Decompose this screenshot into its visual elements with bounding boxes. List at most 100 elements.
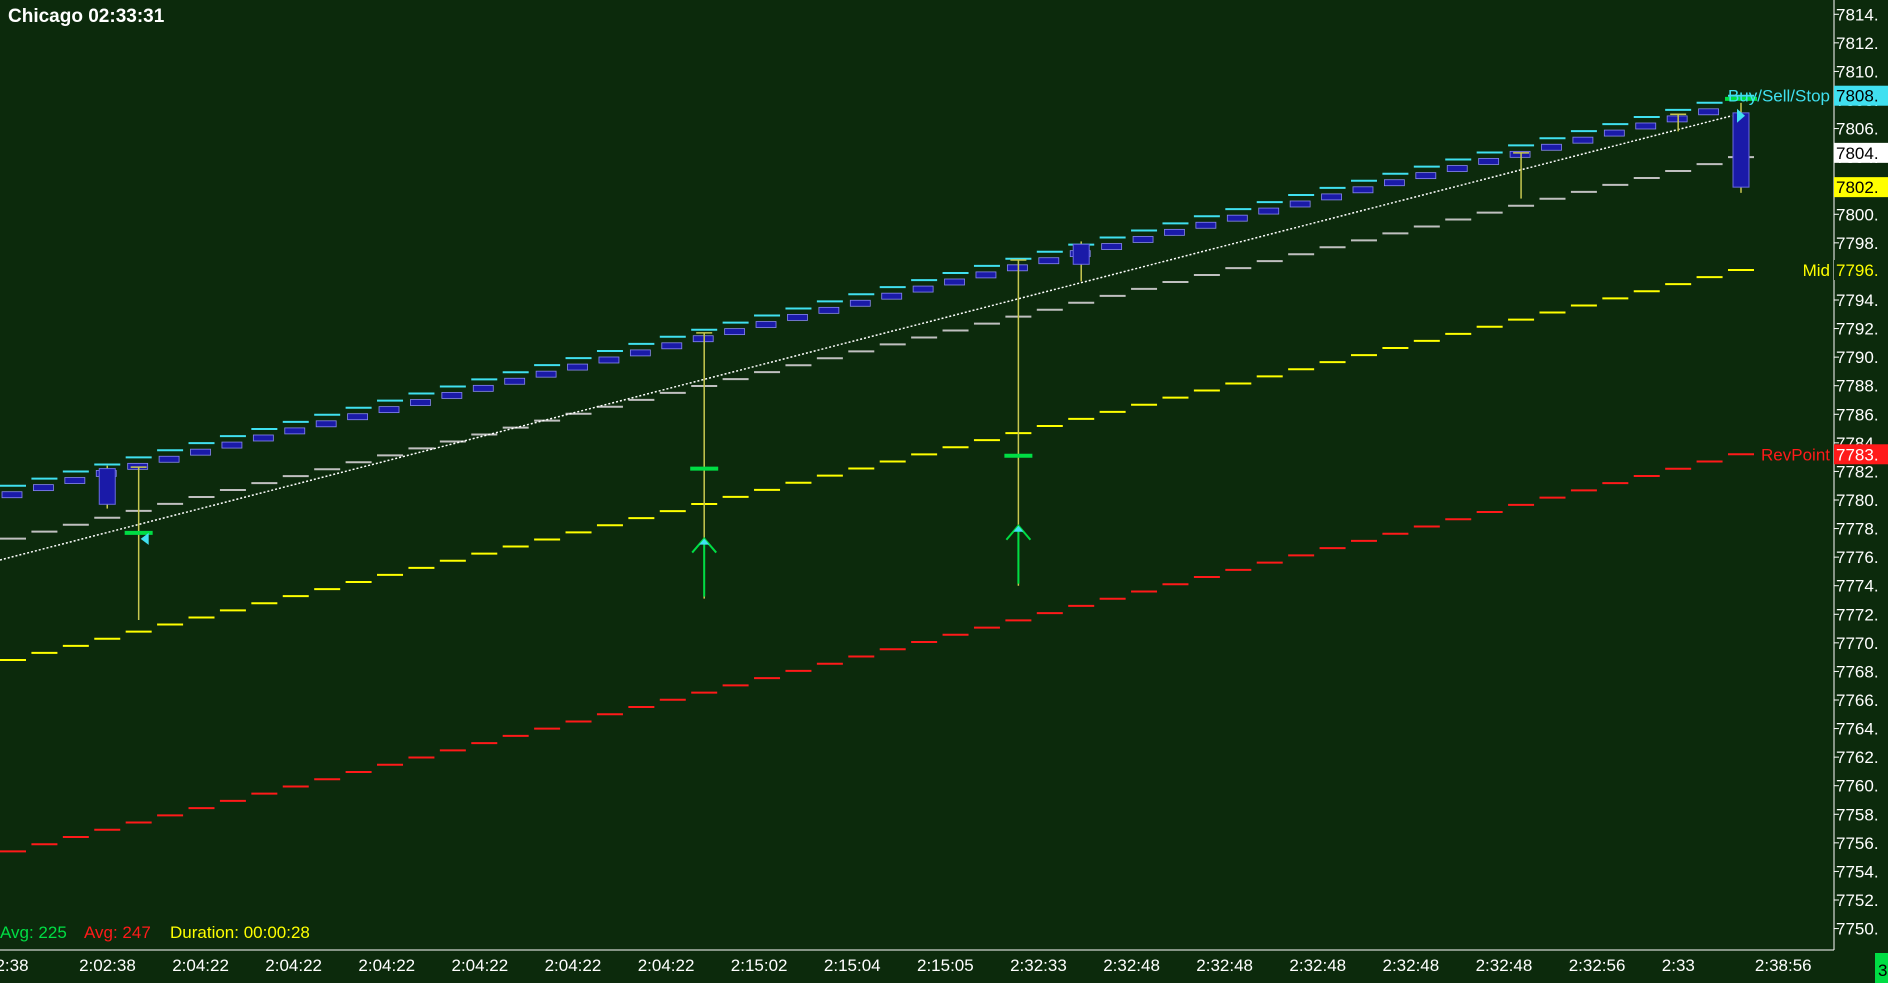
time-tick-label: 2:15:05	[917, 956, 974, 975]
time-tick-label: 2:15:04	[824, 956, 881, 975]
bar-body	[881, 292, 903, 300]
price-tick-label: 7750.	[1836, 920, 1879, 939]
bar-body	[441, 392, 463, 399]
time-tick-label: 2:15:02	[731, 956, 788, 975]
bar-body	[1226, 214, 1248, 222]
time-tick-label: 2:04:22	[265, 956, 322, 975]
bar-body	[1698, 108, 1719, 116]
bar-body	[1289, 200, 1311, 208]
price-tick-label: 7766.	[1836, 691, 1879, 710]
bar-body	[598, 356, 620, 364]
time-tick-label: 2:02:38	[79, 956, 136, 975]
buy-sell-stop-label: Buy/Sell/Stop	[1728, 87, 1830, 106]
7804--price-value: 7804.	[1836, 144, 1879, 163]
bar-body	[158, 455, 180, 463]
bar-body	[1541, 143, 1562, 151]
bar-body	[1195, 221, 1217, 229]
price-tick-label: 7792.	[1836, 320, 1879, 339]
time-tick-label: 2:04:22	[638, 956, 695, 975]
price-tick-label: 7776.	[1836, 548, 1879, 567]
candle-body	[1732, 112, 1750, 188]
mid-price-value: 7796.	[1836, 261, 1879, 280]
time-tick-label: 2:32:48	[1476, 956, 1533, 975]
price-chart[interactable]: 7814. 7812. 7810. 7808. 7806. 7804. 7802. 7800.…	[0, 0, 1888, 983]
bar-body	[912, 285, 934, 293]
time-tick-label: 2:32:56	[1569, 956, 1626, 975]
revpoint-label: RevPoint	[1761, 445, 1830, 464]
bar-body	[692, 335, 714, 343]
time-tick-label: 2:04:22	[358, 956, 415, 975]
7802--price-value: 7802.	[1836, 178, 1879, 197]
avg-red-stat: Avg: 247	[84, 923, 151, 942]
bar-body	[1603, 129, 1625, 137]
price-tick-label: 7812.	[1836, 34, 1879, 53]
bar-body	[1, 491, 23, 499]
bar-body	[818, 306, 840, 314]
bar-body	[33, 484, 54, 492]
price-tick-label: 7806.	[1836, 120, 1879, 139]
bar-body	[975, 271, 997, 279]
price-tick-label: 7786.	[1836, 405, 1879, 424]
time-tick-label: 02:38	[0, 956, 29, 975]
price-tick-label: 7760.	[1836, 777, 1879, 796]
price-tick-label: 7756.	[1836, 834, 1879, 853]
price-tick-label: 7774.	[1836, 577, 1879, 596]
time-tick-label: 2:32:48	[1289, 956, 1346, 975]
bar-body	[629, 349, 651, 357]
bar-body	[1038, 257, 1060, 265]
bar-body	[315, 420, 337, 428]
bar-body	[1666, 115, 1688, 123]
bar-body	[787, 314, 808, 321]
bar-body	[567, 363, 588, 371]
time-tick-label: 2:04:22	[452, 956, 509, 975]
bar-body	[347, 413, 369, 421]
bar-body	[1101, 243, 1123, 250]
buy-sell-stop-price-value: 7808.	[1836, 87, 1879, 106]
time-tick-label: 2:38:56	[1755, 956, 1812, 975]
time-tick-label: 2:32:48	[1103, 956, 1160, 975]
bar-body	[1446, 165, 1468, 172]
price-tick-label: 7780.	[1836, 491, 1879, 510]
price-tick-label: 7788.	[1836, 377, 1879, 396]
price-tick-label: 7768.	[1836, 662, 1879, 681]
bar-body	[64, 477, 86, 484]
price-tick-label: 7794.	[1836, 291, 1879, 310]
price-tick-label: 7770.	[1836, 634, 1879, 653]
time-tick-label: 2:04:22	[545, 956, 602, 975]
bar-body	[252, 434, 274, 442]
bar-body	[221, 441, 243, 449]
price-tick-label: 7772.	[1836, 605, 1879, 624]
bar-body	[472, 384, 494, 392]
bar-body	[1258, 207, 1280, 215]
time-tick-label: 2:32:48	[1196, 956, 1253, 975]
bar-body	[1572, 136, 1594, 144]
price-tick-label: 7800.	[1836, 205, 1879, 224]
bar-body	[944, 278, 965, 286]
avg-green-stat: Avg: 225	[0, 923, 67, 942]
time-tick-label: 2:32:33	[1010, 956, 1067, 975]
price-tick-label: 7814.	[1836, 5, 1879, 24]
bar-body	[1384, 179, 1405, 187]
time-tick-label: 2:32:48	[1383, 956, 1440, 975]
price-tick-label: 7798.	[1836, 234, 1879, 253]
candle-body	[98, 468, 116, 505]
price-tick-label: 7782.	[1836, 462, 1879, 481]
bar-body	[378, 406, 400, 414]
bar-body	[190, 448, 211, 456]
time-tick-label: 2:04:22	[172, 956, 229, 975]
price-tick-label: 7810.	[1836, 62, 1879, 81]
bar-body	[849, 299, 871, 307]
bar-body	[661, 342, 683, 350]
price-tick-label: 7758.	[1836, 805, 1879, 824]
price-tick-label: 7752.	[1836, 891, 1879, 910]
price-tick-label: 7764.	[1836, 720, 1879, 739]
price-tick-label: 7754.	[1836, 862, 1879, 881]
bar-body	[1006, 264, 1028, 272]
time-tick-label: 2:33	[1662, 956, 1695, 975]
bar-body	[1132, 236, 1154, 243]
bar-body	[1352, 186, 1374, 194]
bar-body	[1321, 193, 1342, 201]
bar-body	[284, 427, 306, 435]
price-tick-label: 7790.	[1836, 348, 1879, 367]
chart-title: Chicago 02:33:31	[8, 6, 165, 27]
